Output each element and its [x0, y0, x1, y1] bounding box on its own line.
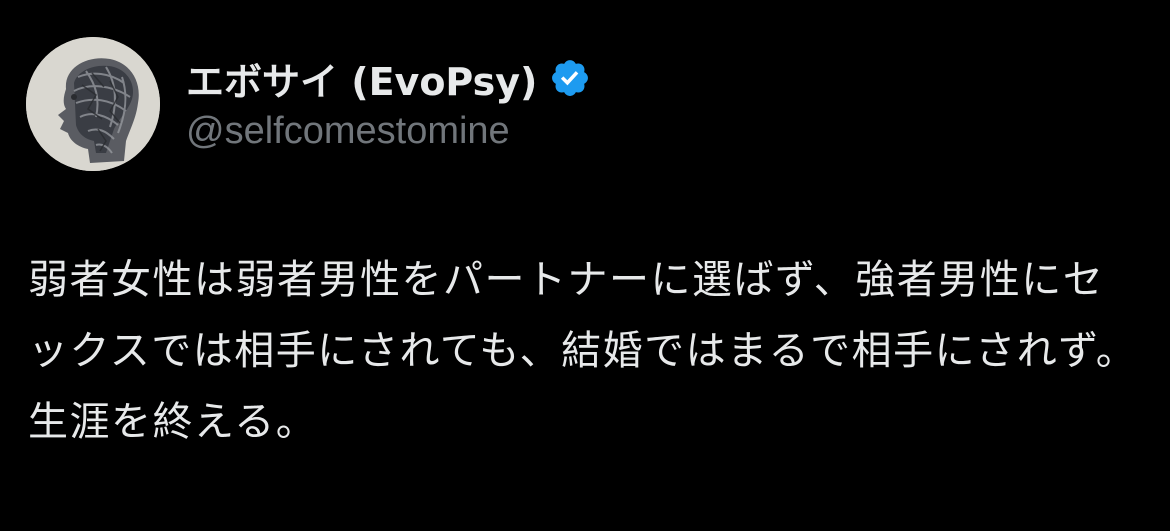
author-handle[interactable]: @selfcomestomine — [186, 110, 591, 153]
verified-badge-icon[interactable] — [549, 57, 591, 99]
author-info: エボサイ (EvoPsy) @selfcomestomine — [186, 50, 591, 153]
author-avatar[interactable] — [26, 37, 160, 171]
author-display-name[interactable]: エボサイ (EvoPsy) — [186, 51, 537, 106]
tweet-body-text: 弱者女性は弱者男性をパートナーに選ばず、強者男性にセックスでは相手にされても、結… — [28, 257, 1138, 445]
tweet-card: エボサイ (EvoPsy) @selfcomestomine 弱者女性は弱者男性… — [0, 0, 1170, 531]
sculpted-head-avatar-icon — [26, 37, 160, 171]
author-name-row: エボサイ (EvoPsy) — [186, 50, 591, 106]
